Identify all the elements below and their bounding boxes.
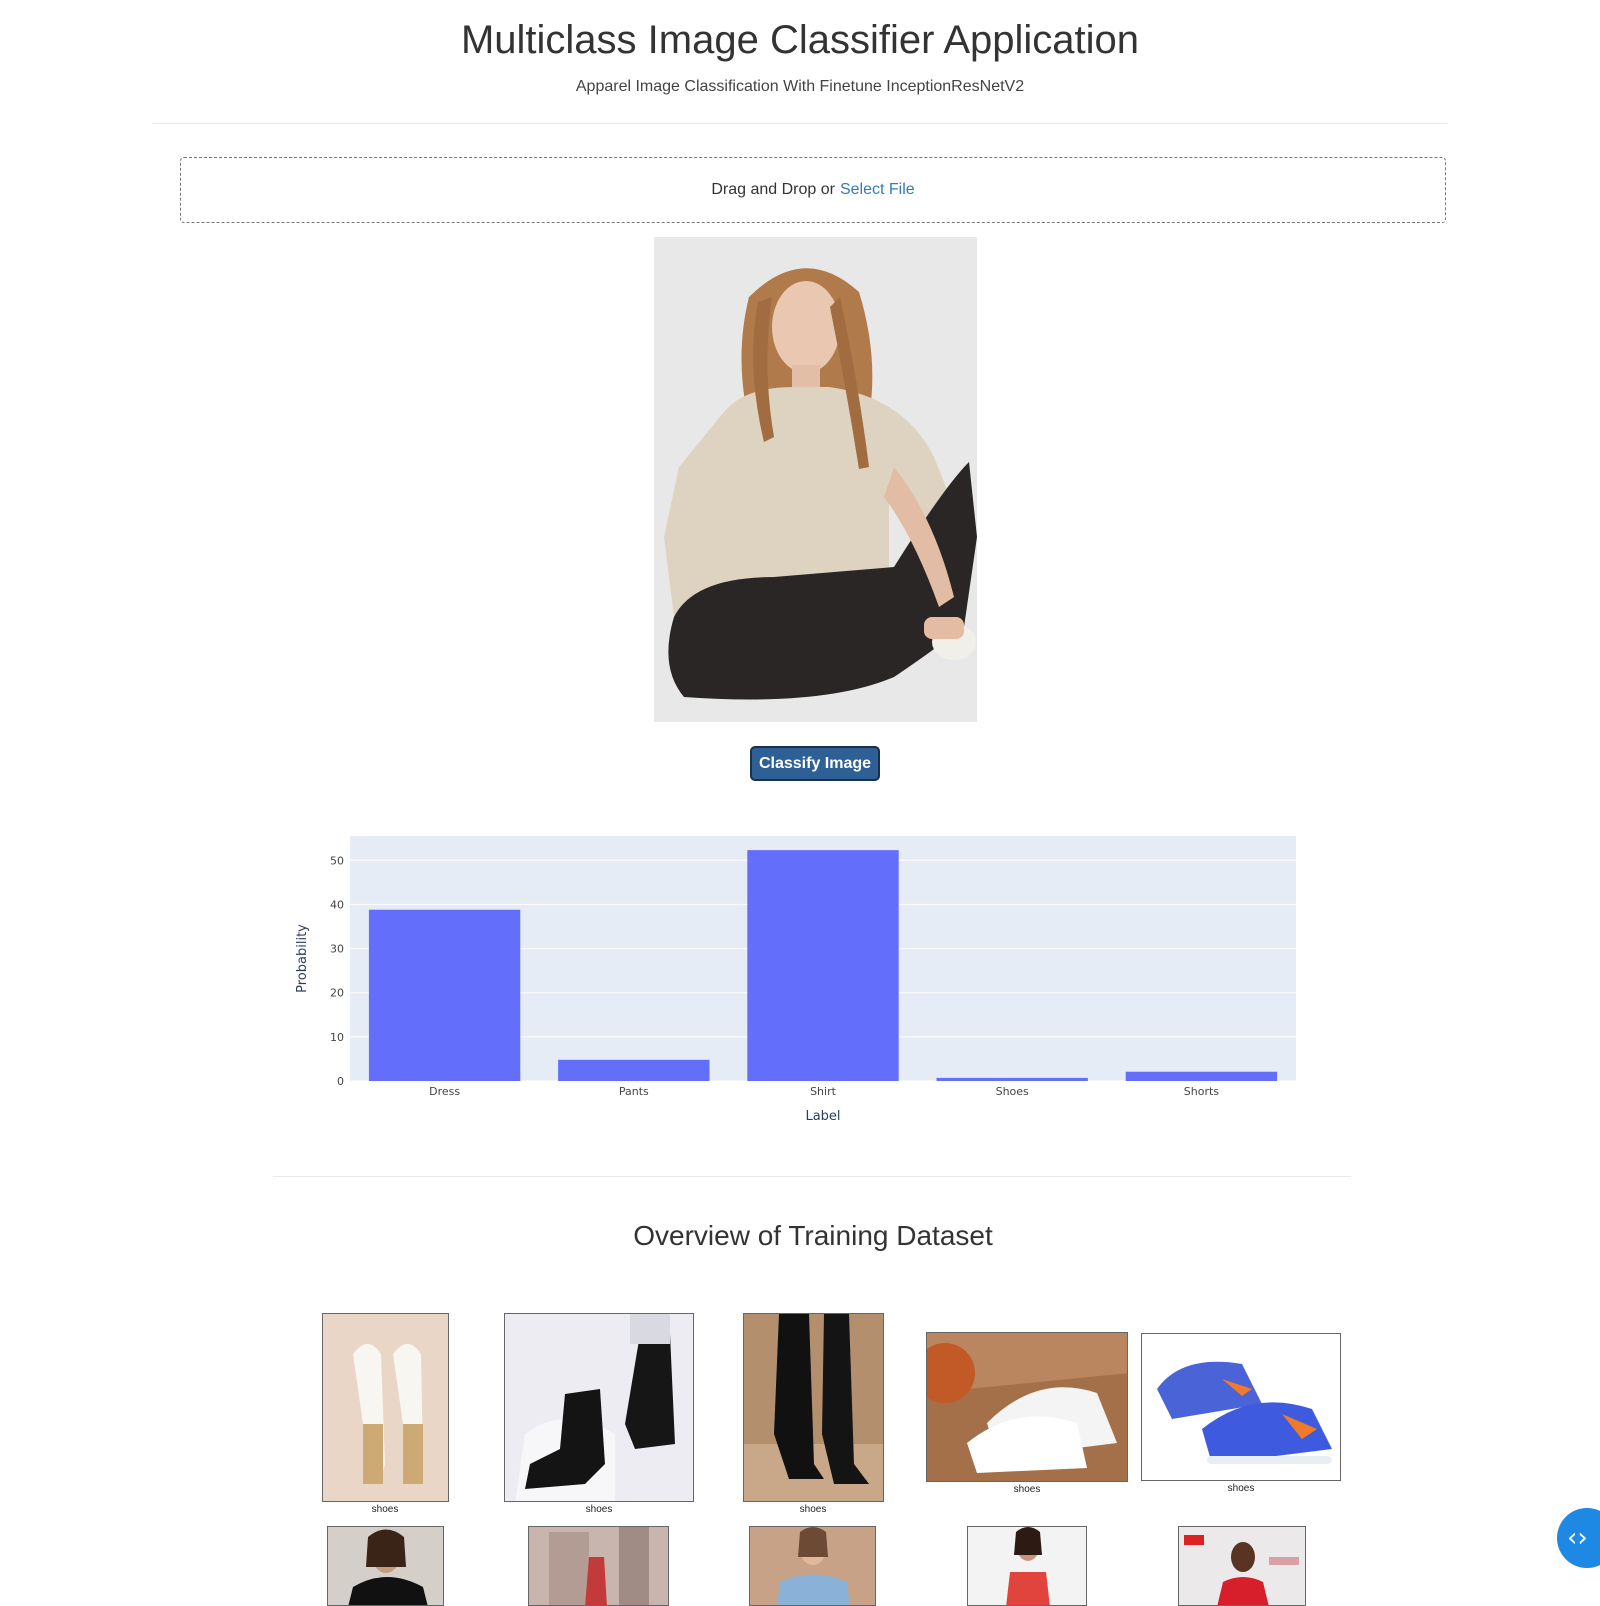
chart-x-tick-label: Shoes bbox=[996, 1085, 1029, 1098]
file-dropzone[interactable]: Drag and Drop or Select File bbox=[180, 157, 1446, 223]
page-subtitle: Apparel Image Classification With Finetu… bbox=[575, 78, 1025, 95]
dataset-thumbnail bbox=[1141, 1333, 1341, 1481]
dropzone-prompt: Drag and Drop or bbox=[711, 181, 835, 198]
thumbnail-event-dress-image bbox=[1179, 1527, 1305, 1605]
dataset-thumbnail bbox=[749, 1526, 876, 1606]
thumbnail-tall-boots-image bbox=[744, 1314, 883, 1501]
thumbnail-sneakers-image bbox=[927, 1333, 1127, 1481]
dataset-thumbnail bbox=[322, 1313, 449, 1502]
dataset-thumbnail bbox=[528, 1526, 669, 1606]
thumbnail-caption: shoes bbox=[799, 1504, 827, 1515]
thumbnail-blue-sneakers-image bbox=[1142, 1334, 1340, 1480]
chart-y-axis-label: Probability bbox=[295, 924, 310, 993]
chart-y-tick-label: 10 bbox=[330, 1031, 344, 1044]
chart-bar bbox=[558, 1059, 710, 1081]
chart-x-tick-label: Shorts bbox=[1184, 1085, 1220, 1098]
thumbnail-heels-image bbox=[323, 1314, 448, 1501]
chart-bar bbox=[936, 1077, 1088, 1081]
dataset-thumbnail bbox=[327, 1526, 444, 1606]
thumbnail-caption: shoes bbox=[371, 1504, 399, 1515]
chart-y-tick-label: 0 bbox=[337, 1075, 344, 1088]
model-photo bbox=[654, 237, 977, 722]
probability-bar-chart: 0 10 20 30 40 50 Dress Pants Shirt Shoes Shorts Lab… bbox=[295, 836, 1296, 1124]
chart-x-tick-label: Dress bbox=[429, 1085, 460, 1098]
dataset-thumbnail bbox=[743, 1313, 884, 1502]
chart-bar bbox=[368, 909, 521, 1081]
thumbnail-red-outfit-image bbox=[968, 1527, 1086, 1605]
dataset-section-title: Overview of Training Dataset bbox=[633, 1220, 993, 1251]
chart-y-tick-label: 50 bbox=[330, 854, 344, 867]
chart-bar bbox=[1125, 1071, 1278, 1081]
classify-image-button[interactable]: Classify Image bbox=[750, 746, 880, 781]
thumbnail-caption: shoes bbox=[585, 1504, 613, 1515]
dataset-thumbnail bbox=[926, 1332, 1128, 1482]
code-toggle-icon: ‹› bbox=[1567, 1523, 1588, 1553]
chart-y-tick-label: 20 bbox=[330, 987, 344, 1000]
section-divider bbox=[273, 1176, 1351, 1177]
chart-bar bbox=[747, 850, 899, 1081]
dataset-thumbnail bbox=[967, 1526, 1087, 1606]
thumbnail-black-dress-image bbox=[328, 1527, 443, 1605]
thumbnail-red-dress-image bbox=[529, 1527, 668, 1605]
code-toggle-button[interactable]: ‹› bbox=[1557, 1508, 1600, 1568]
thumbnail-blue-dress-image bbox=[750, 1527, 875, 1605]
chart-y-tick-label: 40 bbox=[330, 898, 344, 911]
dataset-thumbnail bbox=[504, 1313, 694, 1502]
thumbnail-caption: shoes bbox=[1227, 1483, 1255, 1494]
dataset-thumbnail bbox=[1178, 1526, 1306, 1606]
chart-x-tick-label: Pants bbox=[619, 1085, 649, 1098]
thumbnail-caption: shoes bbox=[1013, 1484, 1041, 1495]
uploaded-image-preview bbox=[654, 237, 977, 722]
chart-x-axis-label: Label bbox=[805, 1109, 840, 1124]
select-file-link[interactable]: Select File bbox=[840, 181, 915, 199]
chart-y-tick-label: 30 bbox=[330, 943, 344, 956]
page-title: Multiclass Image Classifier Application bbox=[460, 18, 1140, 62]
header-divider bbox=[153, 123, 1447, 124]
chart-x-tick-label: Shirt bbox=[810, 1085, 837, 1098]
thumbnail-boots-image bbox=[505, 1314, 693, 1501]
